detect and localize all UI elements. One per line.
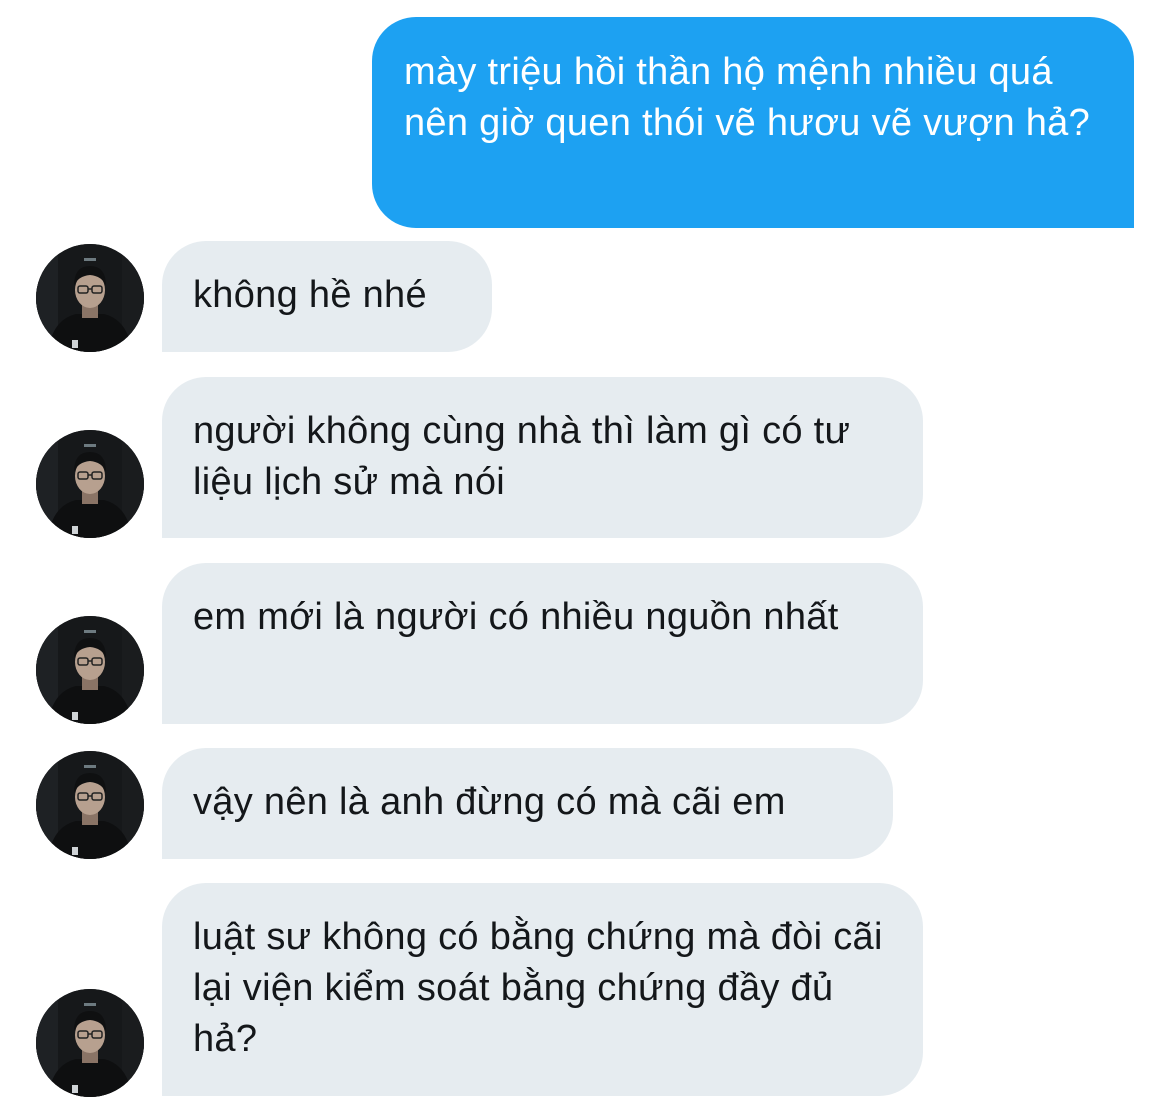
contact-avatar[interactable]: [36, 989, 144, 1097]
received-message-bubble[interactable]: em mới là người có nhiều nguồn nhất: [162, 563, 923, 724]
sent-message-bubble[interactable]: mày triệu hồi thần hộ mệnh nhiều quá nên…: [372, 17, 1134, 228]
received-message-text: em mới là người có nhiều nguồn nhất: [193, 596, 839, 638]
avatar-photo-icon: [36, 989, 144, 1097]
avatar-photo-icon: [36, 430, 144, 538]
contact-avatar[interactable]: [36, 430, 144, 538]
sent-message-text: mày triệu hồi thần hộ mệnh nhiều quá nên…: [404, 51, 1091, 144]
avatar-photo-icon: [36, 616, 144, 724]
avatar-photo-icon: [36, 244, 144, 352]
received-message-text: không hề nhé: [193, 274, 427, 316]
received-message-bubble[interactable]: không hề nhé: [162, 241, 492, 352]
received-message-bubble[interactable]: vậy nên là anh đừng có mà cãi em: [162, 748, 893, 859]
received-message-text: luật sư không có bằng chứng mà đòi cãi l…: [193, 916, 883, 1060]
contact-avatar[interactable]: [36, 616, 144, 724]
contact-avatar[interactable]: [36, 751, 144, 859]
received-message-bubble[interactable]: luật sư không có bằng chứng mà đòi cãi l…: [162, 883, 923, 1096]
avatar-photo-icon: [36, 751, 144, 859]
contact-avatar[interactable]: [36, 244, 144, 352]
received-message-bubble[interactable]: người không cùng nhà thì làm gì có tư li…: [162, 377, 923, 538]
received-message-text: người không cùng nhà thì làm gì có tư li…: [193, 410, 851, 503]
received-message-text: vậy nên là anh đừng có mà cãi em: [193, 781, 786, 823]
